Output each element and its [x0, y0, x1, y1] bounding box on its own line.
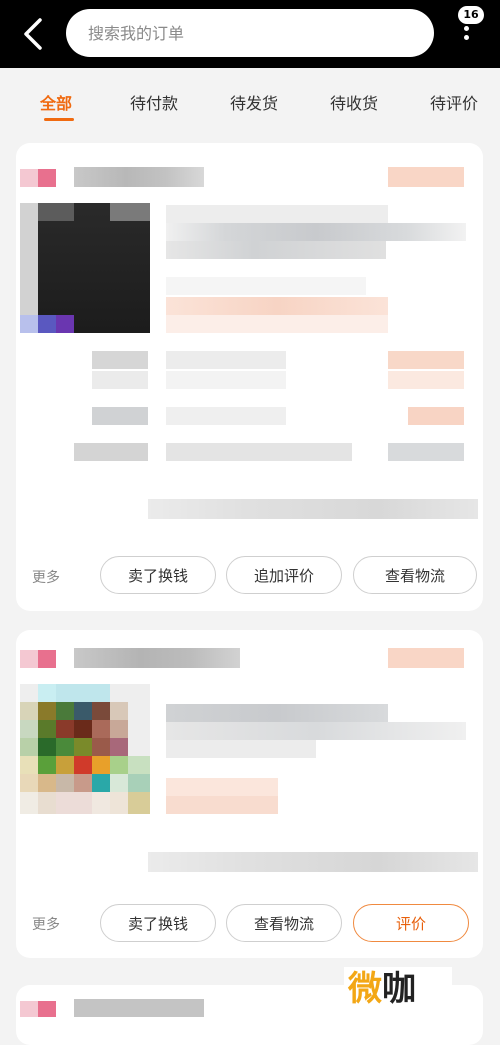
product-image	[20, 203, 150, 333]
resell-button[interactable]: 卖了换钱	[100, 904, 216, 942]
order-card[interactable]: 更多 卖了换钱 查看物流 评价	[16, 630, 483, 958]
price-value-blurred	[388, 371, 464, 389]
watermark-text: 微	[348, 969, 382, 1009]
total-label-blurred	[74, 443, 148, 461]
watermark-logo: 微 咖	[344, 967, 452, 1011]
tab-all[interactable]: 全部	[40, 90, 72, 114]
tab-pending-payment[interactable]: 待付款	[130, 90, 178, 114]
tab-pending-shipment[interactable]: 待发货	[230, 90, 278, 114]
review-button[interactable]: 评价	[353, 904, 469, 942]
store-name-blurred	[74, 999, 204, 1017]
product-title-blurred	[166, 722, 466, 740]
product-title-blurred	[166, 205, 388, 223]
more-link[interactable]: 更多	[32, 567, 60, 587]
price-value-blurred	[166, 407, 286, 425]
more-link[interactable]: 更多	[32, 914, 60, 934]
tab-pending-receipt[interactable]: 待收货	[330, 90, 378, 114]
dot-icon	[463, 35, 469, 40]
product-sku-blurred	[166, 277, 366, 295]
price-value-blurred	[388, 351, 464, 369]
price-label-blurred	[92, 371, 148, 389]
dot-icon	[463, 26, 469, 31]
price-label-blurred	[92, 351, 148, 369]
store-icon	[38, 169, 56, 187]
total-value-blurred	[388, 443, 464, 461]
store-icon	[20, 169, 38, 187]
store-name-blurred	[74, 167, 204, 187]
product-title-blurred	[166, 223, 466, 241]
message-count-badge: 16	[458, 6, 484, 24]
more-options-button[interactable]	[458, 26, 474, 52]
product-sku-blurred	[166, 778, 278, 796]
order-tabs: 全部 待付款 待发货 待收货 待评价	[0, 68, 500, 132]
store-icon	[20, 1001, 38, 1017]
tab-pending-review[interactable]: 待评价	[430, 90, 478, 114]
price-value-blurred	[408, 407, 464, 425]
order-status-blurred	[388, 167, 464, 187]
product-sku-blurred	[166, 796, 278, 814]
search-input[interactable]	[86, 22, 410, 44]
watermark-text: 咖	[382, 969, 416, 1009]
product-sku-blurred	[166, 315, 388, 333]
product-title-blurred	[166, 704, 388, 722]
view-logistics-button[interactable]: 查看物流	[353, 556, 477, 594]
add-review-button[interactable]: 追加评价	[226, 556, 342, 594]
store-name-blurred	[74, 648, 240, 668]
order-meta-blurred	[148, 499, 478, 519]
product-image	[20, 684, 150, 814]
order-meta-blurred	[148, 852, 478, 872]
price-label-blurred	[92, 407, 148, 425]
order-status-blurred	[388, 648, 464, 668]
total-value-blurred	[166, 443, 352, 461]
view-logistics-button[interactable]: 查看物流	[226, 904, 342, 942]
product-sku-blurred	[166, 297, 388, 315]
store-icon	[38, 650, 56, 668]
chevron-left-icon	[24, 18, 42, 50]
store-icon	[38, 1001, 56, 1017]
store-icon	[20, 650, 38, 668]
price-value-blurred	[166, 351, 286, 369]
product-title-blurred	[166, 241, 386, 259]
active-tab-indicator	[44, 118, 74, 121]
order-card[interactable]: 更多 卖了换钱 追加评价 查看物流	[16, 143, 483, 611]
search-box[interactable]	[66, 9, 434, 57]
price-value-blurred	[166, 371, 286, 389]
top-bar: 16	[0, 0, 500, 68]
resell-button[interactable]: 卖了换钱	[100, 556, 216, 594]
product-title-blurred	[166, 740, 316, 758]
back-button[interactable]	[14, 14, 54, 54]
